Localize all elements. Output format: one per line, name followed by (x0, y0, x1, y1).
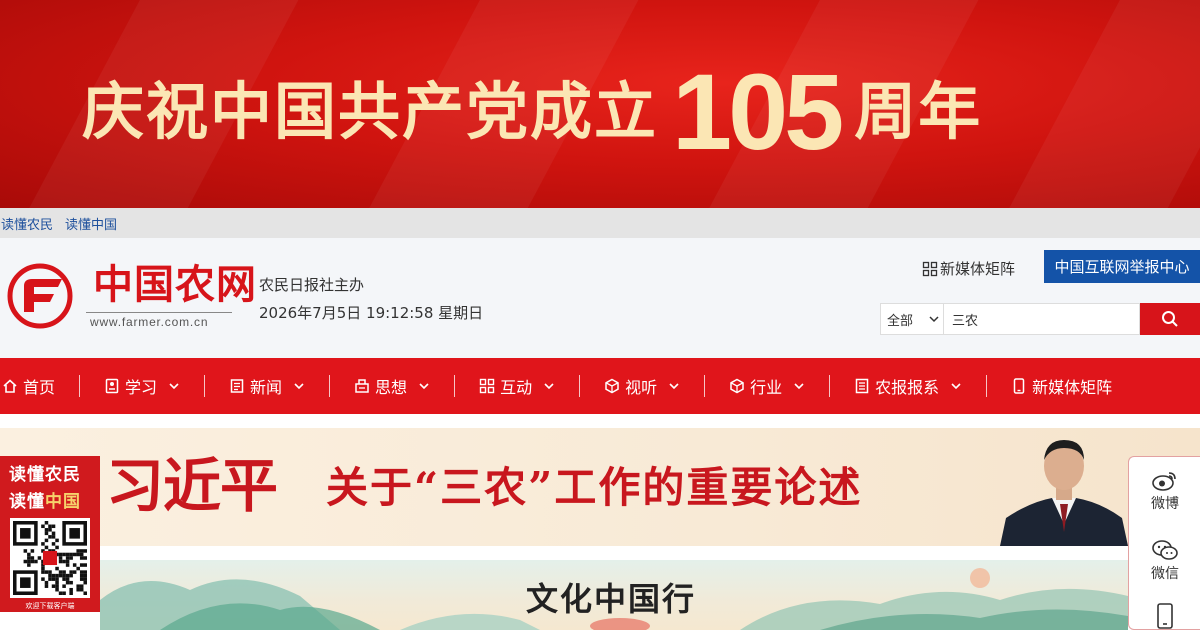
nav-item-4[interactable]: 互动 (479, 358, 579, 414)
search-icon (1162, 311, 1178, 327)
thought-icon (355, 379, 369, 393)
celebration-banner[interactable]: 庆祝中国共产党成立 105 周年 (0, 0, 1200, 208)
media-icon (605, 378, 619, 394)
qr-line2-b: 中国 (45, 492, 81, 512)
nav-label: 农报报系 (875, 378, 940, 397)
chevron-down-icon (951, 383, 961, 390)
toplink-read-china[interactable]: 读懂中国 (65, 214, 117, 233)
qr-line2-a: 读懂 (9, 492, 45, 512)
grid-icon (922, 261, 938, 276)
logo-text[interactable]: 中国农网 (93, 261, 257, 309)
logo-divider (86, 312, 232, 313)
nav-label: 思想 (375, 378, 408, 397)
share-wechat-label: 微信 (1151, 566, 1179, 582)
chevron-down-icon (419, 383, 429, 390)
nav-separator (579, 375, 581, 397)
chevron-down-icon (169, 383, 179, 390)
qr-line2: 读懂中国 (9, 487, 81, 512)
nav-separator (986, 375, 988, 397)
qr-caption: 欢迎下载客户端 (25, 602, 75, 610)
nav-separator (204, 375, 206, 397)
logo-url: www.farmer.com.cn (90, 315, 209, 329)
mobile-icon (1013, 378, 1025, 394)
qr-code-image (13, 521, 87, 595)
news-icon (230, 379, 244, 393)
share-weibo-label: 微博 (1151, 496, 1179, 512)
main-nav: 首页 学习 新闻 思想 互动 视听 行业 农报报系 新媒体矩阵 (0, 358, 1200, 414)
share-weibo[interactable]: 微博 (1129, 469, 1200, 513)
interact-icon (479, 378, 495, 394)
nav-label: 新闻 (250, 378, 283, 397)
media-matrix-link[interactable]: 新媒体矩阵 (922, 258, 1015, 279)
logo-icon[interactable] (6, 262, 74, 330)
nav-label: 新媒体矩阵 (1032, 378, 1113, 397)
search-bar: 全部 (880, 303, 1200, 335)
search-scope-select[interactable]: 全部 (880, 303, 944, 335)
nav-item-6[interactable]: 行业 (729, 358, 829, 414)
mobile-icon (1157, 603, 1173, 629)
qr-line1: 读懂农民 (9, 465, 81, 485)
nav-item-1[interactable]: 学习 (104, 358, 204, 414)
banner-headline: 庆祝中国共产党成立 105 周年 (82, 51, 983, 172)
feature-title: 关于“三农”工作的重要论述 (326, 463, 863, 512)
share-mobile[interactable] (1129, 603, 1200, 629)
sponsor-text: 农民日报社主办 (259, 276, 365, 294)
chevron-down-icon (294, 383, 304, 390)
banner-suffix: 周年 (854, 75, 983, 148)
chevron-down-icon (669, 383, 679, 390)
page: 庆祝中国共产党成立 105 周年 读懂农民 读懂中国 中国农网 www.farm… (0, 0, 1200, 630)
media-matrix-label: 新媒体矩阵 (940, 260, 1016, 278)
weibo-icon (1152, 472, 1176, 491)
portrait-image (1000, 440, 1128, 546)
home-icon (3, 379, 17, 393)
chevron-down-icon (794, 383, 804, 390)
nav-separator (829, 375, 831, 397)
feature-name: 习近平 (106, 452, 278, 520)
nav-label: 互动 (500, 378, 533, 397)
nav-label: 学习 (125, 378, 158, 397)
culture-tour-banner[interactable]: 文化中国行 (100, 560, 1128, 630)
search-button[interactable] (1140, 303, 1200, 335)
nav-label: 视听 (625, 378, 658, 397)
search-scope-value: 全部 (887, 313, 914, 329)
banner-number: 105 (672, 51, 844, 172)
nav-item-3[interactable]: 思想 (354, 358, 454, 414)
nav-item-7[interactable]: 农报报系 (854, 358, 986, 414)
toplink-read-farmers[interactable]: 读懂农民 (1, 214, 53, 233)
top-links-bar: 读懂农民 读懂中国 (0, 208, 1200, 238)
industry-icon (730, 378, 744, 394)
nav-separator (329, 375, 331, 397)
paper-icon (855, 378, 869, 394)
wechat-icon (1152, 540, 1178, 560)
nav-separator (79, 375, 81, 397)
current-datetime: 2026年7月5日 19:12:58 星期日 (259, 304, 484, 322)
search-input[interactable] (944, 303, 1140, 335)
nav-separator (454, 375, 456, 397)
culture-tour-title: 文化中国行 (526, 580, 697, 618)
qr-widget[interactable]: 读懂农民 读懂中国 欢迎下载客户端 (0, 456, 100, 612)
nav-item-2[interactable]: 新闻 (229, 358, 329, 414)
nav-item-5[interactable]: 视听 (604, 358, 704, 414)
chevron-down-icon (929, 316, 939, 323)
share-panel: 微博 微信 (1128, 456, 1200, 630)
nav-label: 行业 (750, 378, 783, 397)
nav-item-8[interactable]: 新媒体矩阵 (1011, 358, 1136, 414)
chevron-down-icon (544, 383, 554, 390)
feature-banner[interactable]: 习近平 关于“三农”工作的重要论述 (0, 428, 1200, 546)
qr-code (10, 518, 90, 598)
banner-text: 庆祝中国共产党成立 (82, 75, 659, 148)
site-header: 中国农网 www.farmer.com.cn 农民日报社主办 2026年7月5日… (0, 238, 1200, 358)
nav-item-0[interactable]: 首页 (2, 358, 79, 414)
report-center-button[interactable]: 中国互联网举报中心 (1044, 250, 1200, 283)
nav-separator (704, 375, 706, 397)
share-wechat[interactable]: 微信 (1129, 539, 1200, 583)
nav-label: 首页 (23, 378, 56, 397)
study-icon (105, 378, 119, 394)
